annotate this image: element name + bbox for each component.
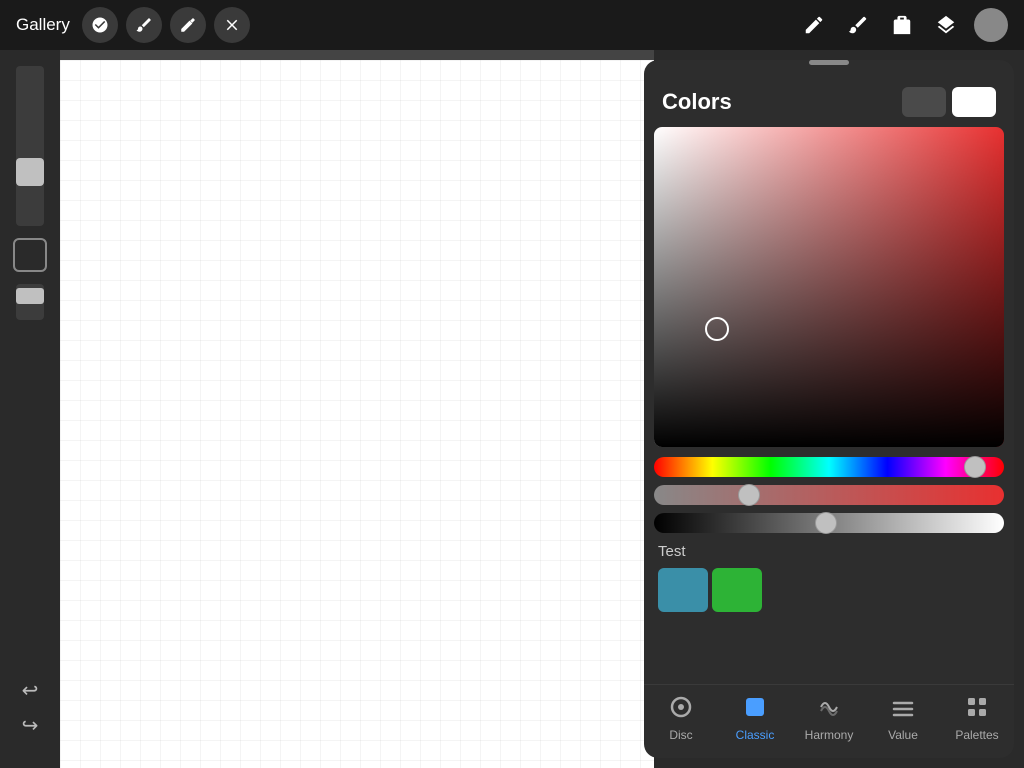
- brush-tool-button[interactable]: [126, 7, 162, 43]
- color-panel-title: Colors: [662, 89, 732, 115]
- harmony-label: Harmony: [805, 728, 854, 742]
- disc-label: Disc: [669, 728, 692, 742]
- palettes-icon: [965, 695, 989, 724]
- saturation-slider[interactable]: [654, 485, 1004, 505]
- color-panel-nav: Disc Classic Harmony: [644, 684, 1014, 758]
- swatch-light[interactable]: [952, 87, 996, 117]
- eraser-tool-button[interactable]: [214, 7, 250, 43]
- nav-item-value[interactable]: Value: [866, 695, 940, 742]
- layers-icon[interactable]: [930, 9, 962, 41]
- saturation-thumb[interactable]: [738, 484, 760, 506]
- smudge-tool-button[interactable]: [170, 7, 206, 43]
- palettes-label: Palettes: [955, 728, 998, 742]
- harmony-icon: [817, 695, 841, 724]
- gallery-button[interactable]: Gallery: [16, 15, 70, 35]
- canvas-area[interactable]: [60, 50, 654, 768]
- color-picker-cursor[interactable]: [705, 317, 729, 341]
- hue-thumb[interactable]: [964, 456, 986, 478]
- top-toolbar: Gallery: [0, 0, 1024, 50]
- opacity-thumb[interactable]: [16, 288, 44, 304]
- test-label: Test: [658, 543, 1000, 560]
- classic-icon: [743, 695, 767, 724]
- brush-size-thumb[interactable]: [16, 158, 44, 186]
- avatar[interactable]: [974, 8, 1008, 42]
- nav-item-harmony[interactable]: Harmony: [792, 695, 866, 742]
- test-color-1[interactable]: [658, 568, 708, 612]
- test-section: Test: [644, 533, 1014, 622]
- test-color-2[interactable]: [712, 568, 762, 612]
- value-slider[interactable]: [654, 513, 1004, 533]
- undo-redo-controls: ↩ ↪: [22, 678, 39, 738]
- swatch-dark[interactable]: [902, 87, 946, 117]
- nav-item-disc[interactable]: Disc: [644, 695, 718, 742]
- value-thumb[interactable]: [815, 512, 837, 534]
- brush-size-slider[interactable]: [16, 66, 44, 226]
- brush-right-icon[interactable]: [842, 9, 874, 41]
- nav-item-classic[interactable]: Classic: [718, 695, 792, 742]
- hue-slider[interactable]: [654, 457, 1004, 477]
- left-sidebar: ↩ ↪: [0, 50, 60, 768]
- shape-tool-button[interactable]: [13, 238, 47, 272]
- canvas-paper[interactable]: [60, 60, 654, 768]
- pen-icon[interactable]: [798, 9, 830, 41]
- gradient-dark-overlay: [654, 127, 1004, 447]
- value-icon: [891, 695, 915, 724]
- modify-tool-button[interactable]: [82, 7, 118, 43]
- color-panel-header: Colors: [644, 71, 1014, 127]
- drag-handle[interactable]: [809, 60, 849, 65]
- color-swatches: [902, 87, 996, 117]
- classic-label: Classic: [736, 728, 775, 742]
- test-colors: [658, 568, 1000, 612]
- disc-icon: [669, 695, 693, 724]
- undo-button[interactable]: ↩: [22, 678, 39, 703]
- color-panel: Colors Test: [644, 60, 1014, 758]
- sliders-area: [644, 457, 1014, 533]
- eraser-right-icon[interactable]: [886, 9, 918, 41]
- redo-button[interactable]: ↪: [22, 713, 39, 738]
- nav-item-palettes[interactable]: Palettes: [940, 695, 1014, 742]
- value-label: Value: [888, 728, 918, 742]
- opacity-slider[interactable]: [16, 284, 44, 320]
- toolbar-right: [798, 8, 1008, 42]
- color-picker-box[interactable]: [654, 127, 1004, 447]
